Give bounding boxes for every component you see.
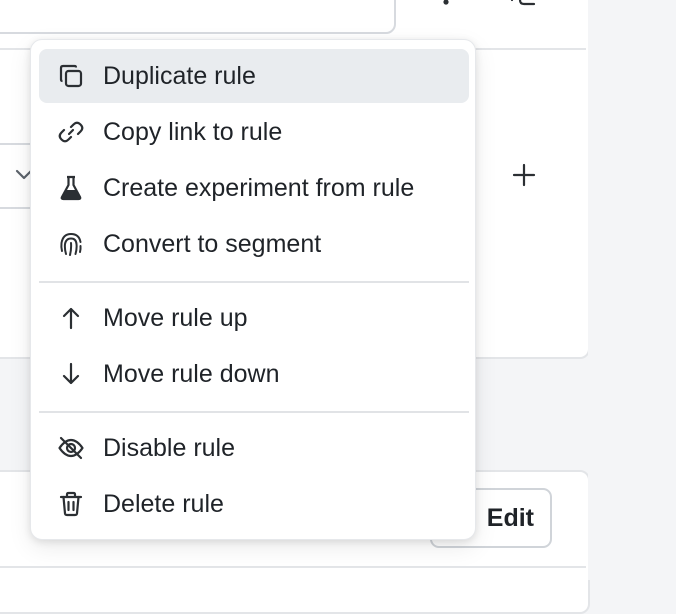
menu-item-move-down[interactable]: Move rule down <box>39 347 469 401</box>
kebab-icon[interactable] <box>438 0 454 10</box>
menu-item-delete-rule[interactable]: Delete rule <box>39 477 469 531</box>
page-gutter <box>588 0 676 580</box>
arrow-down-icon <box>57 360 85 388</box>
divider <box>0 566 586 568</box>
menu-item-copy-link[interactable]: Copy link to rule <box>39 105 469 159</box>
trash-icon <box>57 490 85 518</box>
sidebar-toggle-icon[interactable] <box>510 0 538 10</box>
menu-item-label: Convert to segment <box>103 230 322 258</box>
menu-item-label: Copy link to rule <box>103 118 283 146</box>
menu-item-label: Duplicate rule <box>103 62 256 90</box>
fingerprint-icon <box>57 230 85 258</box>
arrow-up-icon <box>57 304 85 332</box>
text-input[interactable] <box>0 0 396 34</box>
menu-item-label: Move rule up <box>103 304 248 332</box>
rule-context-menu: Duplicate rule Copy link to rule Create … <box>30 39 476 540</box>
link-icon <box>57 118 85 146</box>
menu-item-duplicate-rule[interactable]: Duplicate rule <box>39 49 469 103</box>
menu-item-create-experiment[interactable]: Create experiment from rule <box>39 161 469 215</box>
menu-item-move-up[interactable]: Move rule up <box>39 291 469 345</box>
flask-icon <box>57 174 85 202</box>
menu-item-label: Move rule down <box>103 360 280 388</box>
duplicate-icon <box>57 62 85 90</box>
menu-separator <box>39 281 469 283</box>
menu-item-label: Disable rule <box>103 434 236 462</box>
plus-icon[interactable] <box>511 162 537 188</box>
menu-item-disable-rule[interactable]: Disable rule <box>39 421 469 475</box>
menu-separator <box>39 411 469 413</box>
eye-off-icon <box>57 434 85 462</box>
menu-item-convert-segment[interactable]: Convert to segment <box>39 217 469 271</box>
menu-item-label: Create experiment from rule <box>103 174 415 202</box>
menu-item-label: Delete rule <box>103 490 224 518</box>
